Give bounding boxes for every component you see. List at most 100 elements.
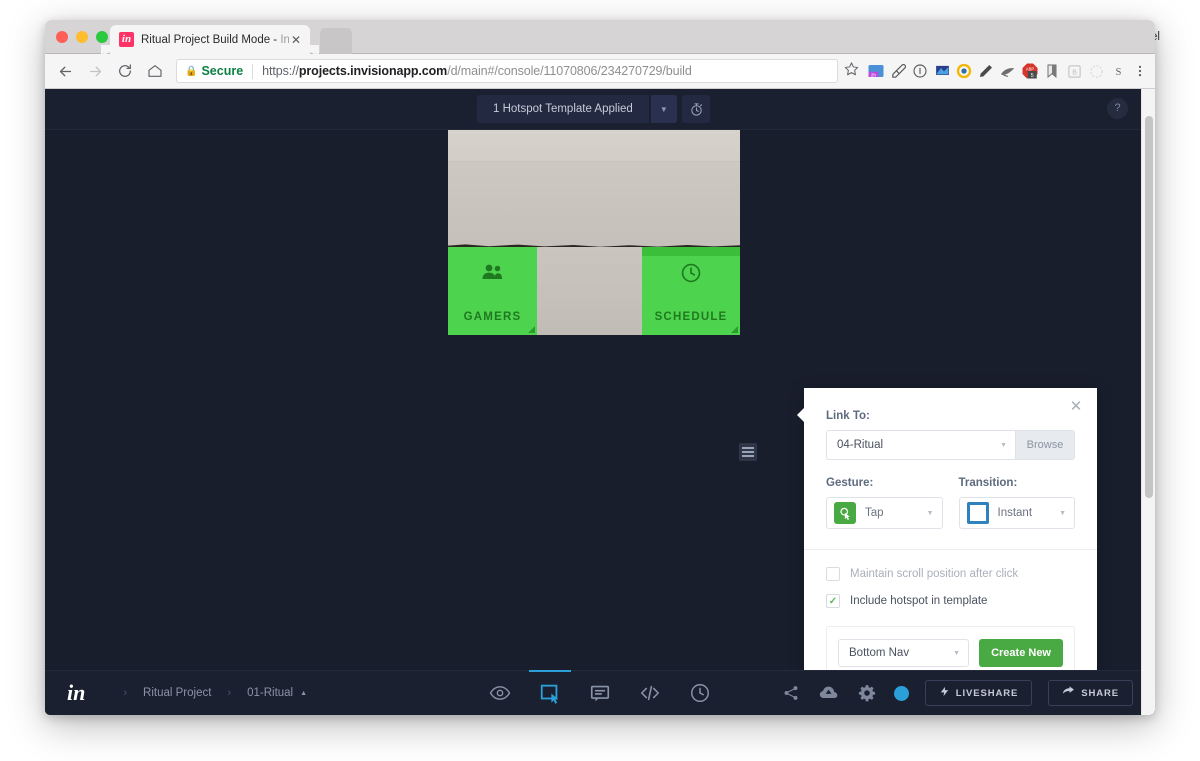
hotspot-template-control: 1 Hotspot Template Applied ▼	[477, 95, 677, 123]
svg-text:B: B	[1072, 69, 1077, 76]
prototype-screen-image[interactable]: GAMERS SCHEDULE	[448, 130, 740, 335]
browse-button[interactable]: Browse	[1015, 430, 1075, 460]
liveshare-label: LIVESHARE	[955, 687, 1019, 699]
close-icon[interactable]: ✕	[289, 33, 303, 47]
prototype-canvas[interactable]: GAMERS SCHEDULE ✕ Link To: 04-Ritual ▼ B…	[45, 130, 1155, 670]
b-square-extension-icon[interactable]: B	[1063, 60, 1085, 82]
chevron-up-icon[interactable]: ▲	[300, 690, 307, 697]
invision-icon: in	[119, 32, 134, 47]
bookmark-star-icon[interactable]	[844, 61, 859, 81]
bookmark-manager-extension-icon[interactable]	[1041, 60, 1063, 82]
help-button[interactable]: ?	[1107, 98, 1128, 119]
flag-extension-icon[interactable]	[931, 60, 953, 82]
back-arrow-icon[interactable]	[52, 58, 78, 84]
hotspot-schedule[interactable]: SCHEDULE	[642, 247, 740, 335]
breadcrumb-item-project[interactable]: Ritual Project	[143, 687, 211, 699]
s-letter-extension-icon[interactable]: S	[1107, 60, 1129, 82]
ring-extension-icon[interactable]	[953, 60, 975, 82]
people-icon	[480, 262, 506, 287]
liveshare-button[interactable]: LIVESHARE	[924, 680, 1033, 706]
link-to-label: Link To:	[826, 410, 870, 422]
history-clock-icon[interactable]	[685, 671, 715, 715]
lock-icon: 🔒	[185, 65, 198, 77]
hotspot-resize-corner[interactable]	[528, 326, 535, 333]
secure-label: Secure	[201, 64, 244, 78]
gesture-transition-row: Gesture: Tap ▼ Transition: Instant ▼	[826, 477, 1075, 529]
gesture-select[interactable]: Tap ▼	[826, 497, 943, 529]
chrome-menu-icon[interactable]	[1129, 60, 1151, 82]
eyedropper-extension-icon[interactable]	[887, 60, 909, 82]
hotspot-gamers[interactable]: GAMERS	[448, 247, 537, 335]
template-select-value: Bottom Nav	[849, 647, 910, 659]
address-bar[interactable]: 🔒 Secure https://projects.invisionapp.co…	[176, 59, 838, 83]
include-hotspot-checkbox-row[interactable]: ✓ Include hotspot in template	[826, 594, 1075, 608]
home-icon[interactable]	[142, 58, 168, 84]
chevron-down-icon: ▼	[1000, 441, 1007, 449]
link-to-row: 04-Ritual ▼ Browse	[826, 430, 1075, 460]
share-button[interactable]: SHARE	[1048, 680, 1133, 706]
template-select[interactable]: Bottom Nav ▼	[838, 639, 970, 667]
close-window-button[interactable]	[56, 31, 68, 43]
status-dot-icon[interactable]	[893, 685, 909, 701]
page-scrollbar[interactable]	[1141, 89, 1155, 715]
tap-pointer-icon	[834, 502, 856, 524]
reload-icon[interactable]	[112, 58, 138, 84]
inspect-code-icon[interactable]	[635, 671, 665, 715]
forward-arrow-icon	[82, 58, 108, 84]
breadcrumb-separator: ›	[227, 687, 232, 699]
browser-tab-inactive[interactable]	[320, 28, 352, 54]
checkbox-checked[interactable]: ✓	[826, 594, 840, 608]
browser-window: in Ritual Project Build Mode - InV ✕ 🔒 S…	[45, 20, 1155, 715]
app-top-toolbar: 1 Hotspot Template Applied ▼ ?	[45, 89, 1155, 130]
close-icon[interactable]: ✕	[1068, 399, 1084, 415]
svg-text:2h: 2h	[871, 72, 877, 77]
share-label: SHARE	[1081, 687, 1119, 699]
chevron-down-icon[interactable]: ▼	[650, 95, 677, 123]
browser-tab-active[interactable]: in Ritual Project Build Mode - InV ✕	[101, 25, 319, 54]
bird-extension-icon[interactable]	[997, 60, 1019, 82]
create-new-button[interactable]: Create New	[979, 639, 1063, 667]
invision-logo[interactable]: in	[67, 680, 85, 706]
tab-timer-extension-icon[interactable]: 2h	[865, 60, 887, 82]
clock-icon	[680, 262, 702, 289]
transition-value: Instant	[997, 507, 1033, 519]
maximize-window-button[interactable]	[96, 31, 108, 43]
hotspot-resize-corner[interactable]	[731, 326, 738, 333]
page-scrollbar-thumb[interactable]	[1145, 116, 1153, 498]
maintain-scroll-checkbox-row[interactable]: Maintain scroll position after click	[826, 567, 1075, 581]
cloud-sync-icon[interactable]	[818, 682, 840, 704]
breadcrumb-separator: ›	[123, 687, 128, 699]
minimize-window-button[interactable]	[76, 31, 88, 43]
hotspot-template-label[interactable]: 1 Hotspot Template Applied	[477, 95, 649, 123]
preview-eye-icon[interactable]	[485, 671, 515, 715]
template-group: Bottom Nav ▼ Create New Position relativ…	[826, 626, 1075, 670]
svg-text:ABP: ABP	[1026, 66, 1034, 71]
template-select-row: Bottom Nav ▼ Create New	[838, 639, 1063, 667]
transition-select[interactable]: Instant ▼	[958, 497, 1075, 529]
share-node-icon[interactable]	[780, 682, 802, 704]
app-bottom-toolbar: in › Ritual Project › 01-Ritual ▲ LIVESH…	[45, 670, 1155, 715]
invision-build-mode-app: 1 Hotspot Template Applied ▼ ? GAMERS SC…	[45, 89, 1155, 715]
gesture-column: Gesture: Tap ▼	[826, 477, 943, 529]
browser-toolbar: 🔒 Secure https://projects.invisionapp.co…	[45, 54, 1155, 89]
square-outline-icon	[966, 502, 989, 524]
hotspot-build-icon[interactable]	[529, 670, 571, 715]
info-circle-extension-icon[interactable]	[909, 60, 931, 82]
browser-tab-title: Ritual Project Build Mode - InV	[141, 33, 289, 46]
drag-handle-icon[interactable]	[739, 443, 757, 461]
chevron-down-icon: ▼	[953, 649, 961, 657]
settings-gear-icon[interactable]	[856, 682, 878, 704]
circle-dashed-extension-icon[interactable]	[1085, 60, 1107, 82]
breadcrumb-item-screen[interactable]: 01-Ritual	[247, 687, 293, 699]
pen-extension-icon[interactable]	[975, 60, 997, 82]
browser-tab-strip: in Ritual Project Build Mode - InV ✕	[45, 20, 1155, 54]
hotspot-label: SCHEDULE	[654, 311, 728, 323]
comment-icon[interactable]	[585, 671, 615, 715]
stop-sign-extension-icon[interactable]: ABP 5	[1019, 60, 1041, 82]
link-to-select[interactable]: 04-Ritual ▼	[826, 430, 1015, 460]
paper-top-band	[448, 130, 740, 162]
hotspot-link-modal: ✕ Link To: 04-Ritual ▼ Browse Gesture: T…	[797, 388, 1097, 670]
omnibox-divider	[252, 63, 254, 79]
checkbox[interactable]	[826, 567, 840, 581]
stopwatch-icon[interactable]	[682, 95, 710, 123]
